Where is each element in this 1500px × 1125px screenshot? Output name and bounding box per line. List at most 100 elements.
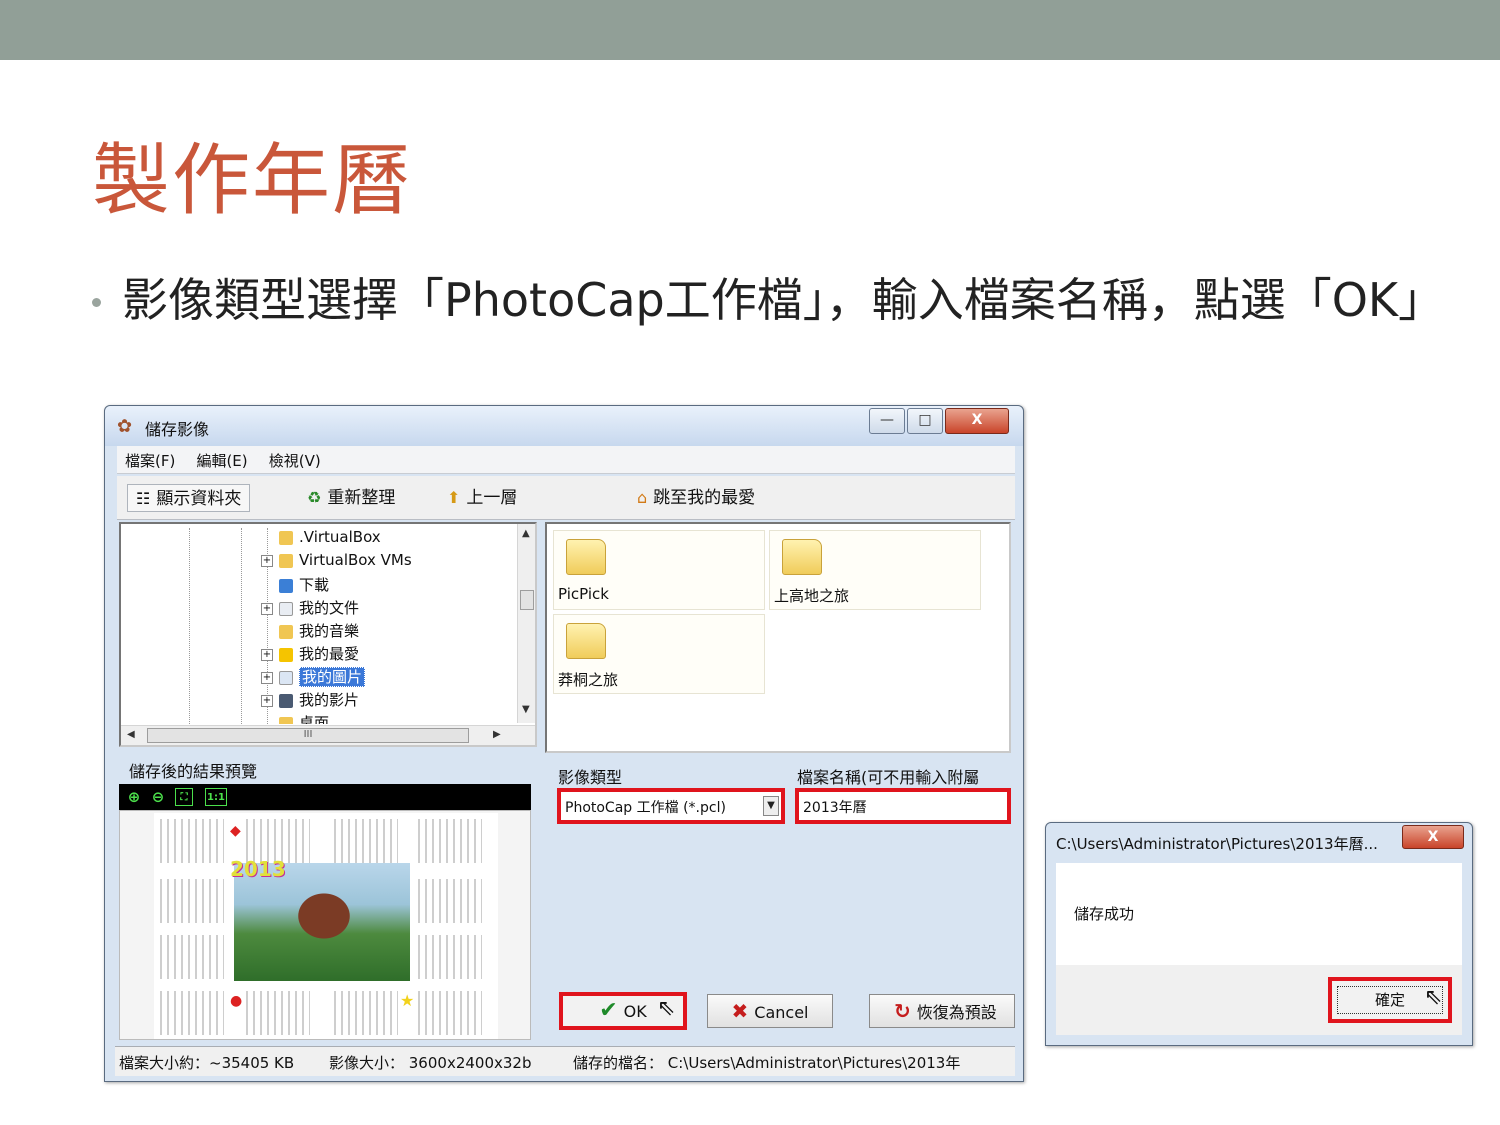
tree-item[interactable]: .VirtualBox — [261, 528, 381, 550]
music-folder-icon — [279, 624, 293, 639]
tree-expander[interactable]: + — [261, 648, 273, 661]
folder-icon — [279, 716, 293, 724]
folder-tree-icon: ☷ — [136, 489, 151, 508]
calendar-month — [334, 819, 398, 863]
tree-expander[interactable]: + — [261, 694, 273, 707]
tree-expander — [261, 580, 273, 592]
download-folder-icon — [279, 578, 293, 593]
save-success-messagebox: C:\Users\Administrator\Pictures\2013年曆..… — [1045, 822, 1473, 1046]
tree-expander — [261, 532, 273, 544]
favorites-button[interactable]: ⌂ 跳至我的最愛 — [637, 484, 755, 512]
tree-item[interactable]: + 我的文件 — [261, 597, 359, 619]
fit-screen-icon[interactable]: ⛶ — [175, 788, 193, 806]
menu-view[interactable]: 檢視(V) — [261, 446, 329, 471]
tree-item-selected[interactable]: + 我的圖片 — [261, 666, 366, 688]
zoom-in-icon[interactable]: ⊕ — [125, 788, 143, 806]
video-folder-icon — [279, 693, 293, 708]
pictures-folder-icon — [279, 670, 293, 685]
tree-item-label: 我的文件 — [299, 599, 360, 617]
messagebox-body: 儲存成功 — [1056, 863, 1462, 965]
tree-item[interactable]: + 我的影片 — [261, 689, 359, 711]
calendar-month — [418, 879, 482, 923]
image-type-select[interactable]: PhotoCap 工作檔 (*.pcl) ▼ — [557, 788, 785, 824]
cancel-button[interactable]: ✖ Cancel — [707, 994, 833, 1028]
slide-title: 製作年曆 — [92, 136, 413, 226]
tree-horizontal-scrollbar[interactable]: ◀ III ▶ — [121, 725, 535, 745]
dialog-titlebar[interactable]: ✿ 儲存影像 — □ X — [105, 406, 1023, 446]
calendar-month — [334, 991, 398, 1035]
show-folder-button[interactable]: ☷ 顯示資料夾 — [127, 484, 251, 512]
tree-guide-line — [241, 528, 242, 724]
scroll-right-icon[interactable]: ▶ — [493, 729, 501, 740]
actual-size-icon[interactable]: 1:1 — [205, 788, 227, 806]
tree-item[interactable]: 下載 — [261, 574, 329, 596]
tree-item[interactable]: + VirtualBox VMs — [261, 551, 412, 573]
decoration-icon: ◆ — [230, 823, 241, 839]
slide-top-band — [0, 0, 1500, 60]
folder-content-pane: PicPick 上高地之旅 莽桐之旅 — [545, 522, 1011, 753]
menu-file[interactable]: 檔案(F) — [117, 446, 183, 471]
calendar-month — [418, 935, 482, 979]
messagebox-close-button[interactable]: X — [1402, 825, 1464, 849]
tree-guide-line — [189, 528, 190, 724]
tree-item[interactable]: 我的音樂 — [261, 620, 359, 642]
folder-name: PicPick — [558, 585, 609, 603]
tree-item-label: 我的圖片 — [299, 667, 366, 687]
menu-edit[interactable]: 編輯(E) — [188, 446, 255, 471]
calendar-preview-image: 2013 ◆ ● ★ — [154, 813, 498, 1039]
app-icon: ✿ — [117, 416, 133, 437]
scroll-thumb[interactable] — [520, 590, 534, 610]
folder-name: 莽桐之旅 — [558, 671, 619, 689]
tree-item-label: 桌面 — [299, 714, 330, 724]
zoom-out-icon[interactable]: ⊖ — [149, 788, 167, 806]
refresh-label: 重新整理 — [327, 488, 396, 508]
folder-item[interactable]: PicPick — [553, 530, 765, 610]
dinosaur-sculpture — [284, 881, 364, 951]
bullet-dot — [92, 298, 101, 307]
close-button[interactable]: X — [945, 408, 1009, 434]
calendar-month — [160, 819, 224, 863]
folder-item[interactable]: 莽桐之旅 — [553, 614, 765, 694]
image-type-value: PhotoCap 工作檔 (*.pcl) — [565, 800, 726, 816]
image-type-label: 影像類型 — [558, 768, 623, 787]
filename-input[interactable]: 2013年曆 — [795, 788, 1011, 824]
save-image-dialog: ✿ 儲存影像 — □ X 檔案(F) 編輯(E) 檢視(V) ☷ 顯示資料夾 ♻ 重… — [104, 405, 1024, 1082]
preview-label: 儲存後的結果預覽 — [129, 762, 258, 781]
calendar-year: 2013 — [230, 857, 286, 881]
status-saved-name: 儲存的檔名： C:\Users\Administrator\Pictures\2… — [573, 1054, 961, 1072]
show-folder-label: 顯示資料夾 — [156, 489, 242, 509]
menu-bar: 檔案(F) 編輯(E) 檢視(V) — [117, 446, 1015, 474]
tree-item[interactable]: + 我的最愛 — [261, 643, 359, 665]
folder-item[interactable]: 上高地之旅 — [769, 530, 981, 610]
tree-item[interactable]: 桌面 — [261, 712, 329, 724]
calendar-month — [418, 819, 482, 863]
document-icon — [279, 601, 293, 616]
toolbar: ☷ 顯示資料夾 ♻ 重新整理 ⬆ 上一層 ⌂ 跳至我的最愛 — [117, 476, 1015, 520]
chevron-down-icon[interactable]: ▼ — [763, 796, 779, 816]
preview-area: 2013 ◆ ● ★ — [119, 810, 531, 1040]
tree-expander[interactable]: + — [261, 671, 273, 684]
scroll-left-icon[interactable]: ◀ — [127, 729, 135, 740]
refresh-button[interactable]: ♻ 重新整理 — [307, 484, 395, 512]
tree-vertical-scrollbar[interactable]: ▲ ▼ — [517, 524, 535, 723]
scroll-up-icon[interactable]: ▲ — [522, 528, 530, 539]
cancel-label: Cancel — [754, 1003, 809, 1022]
scroll-thumb[interactable]: III — [147, 728, 469, 743]
filename-value: 2013年曆 — [803, 800, 867, 816]
ok-label: OK — [623, 1002, 647, 1021]
maximize-button[interactable]: □ — [907, 408, 943, 434]
minimize-button[interactable]: — — [869, 408, 905, 434]
up-button[interactable]: ⬆ 上一層 — [447, 484, 517, 512]
restore-icon: ↻ — [894, 999, 911, 1023]
tree-expander[interactable]: + — [261, 602, 273, 615]
cancel-x-icon: ✖ — [731, 999, 749, 1023]
restore-default-button[interactable]: ↻ 恢復為預設 — [869, 994, 1015, 1028]
status-image-size: 影像大小： 3600x2400x32b — [329, 1054, 532, 1072]
star-folder-icon — [279, 647, 293, 662]
tree-expander[interactable]: + — [261, 554, 273, 567]
folder-tree-pane[interactable]: .VirtualBox + VirtualBox VMs 下載 + 我的文件 我的音… — [119, 522, 537, 747]
scroll-down-icon[interactable]: ▼ — [522, 704, 530, 715]
folder-icon — [279, 553, 293, 568]
slide-bullet-text: 影像類型選擇「PhotoCap工作檔」，輸入檔案名稱，點選「OK」 — [122, 273, 1445, 327]
tree-expander — [261, 626, 273, 638]
